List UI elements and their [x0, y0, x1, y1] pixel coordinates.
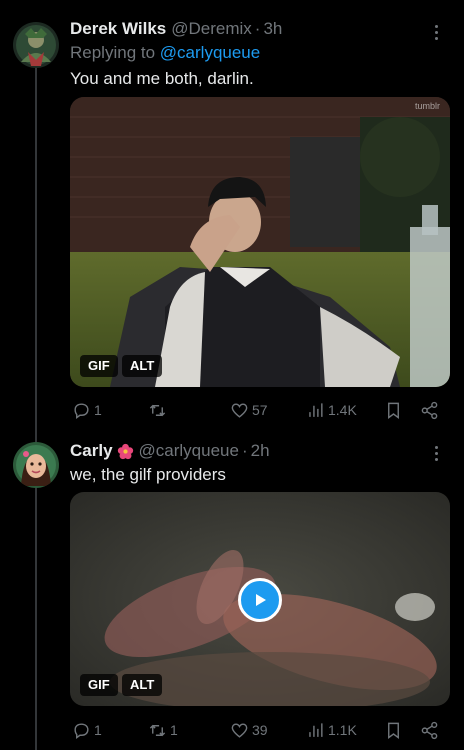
replying-prefix: Replying to [70, 43, 156, 62]
bookmark-button[interactable] [384, 398, 403, 422]
replying-to: Replying to @carlyqueue [70, 43, 260, 63]
retweet-icon [149, 404, 166, 416]
retweet-button[interactable]: 1 [148, 718, 178, 742]
share-button[interactable] [420, 718, 439, 742]
views-icon [309, 722, 323, 737]
retweet-count: 1 [170, 722, 178, 738]
reply-icon [74, 722, 89, 739]
hibiscus-icon [117, 443, 134, 460]
reply-button[interactable]: 1 [72, 398, 102, 422]
bookmark-icon [388, 402, 399, 419]
gif-badge: GIF [80, 355, 118, 377]
views-icon [309, 402, 323, 417]
display-name[interactable]: Derek Wilks [70, 19, 166, 39]
tweet-header: Carly @carlyqueue · 2h [70, 441, 270, 461]
tweet-derek[interactable]: Derek Wilks @Deremix · 3h Replying to @c… [0, 0, 464, 430]
retweet-button[interactable] [148, 398, 170, 422]
display-name[interactable]: Carly [70, 441, 113, 461]
reply-count: 1 [94, 722, 102, 738]
tweet-media-gif[interactable]: GIF ALT [70, 492, 450, 706]
heart-icon [231, 722, 248, 738]
more-options-icon[interactable] [426, 443, 446, 463]
tweet-carly[interactable]: Carly @carlyqueue · 2h we, the gilf prov… [0, 430, 464, 750]
alt-badge[interactable]: ALT [122, 355, 163, 377]
views-button[interactable]: 1.4K [306, 398, 357, 422]
tweet-text: You and me both, darlin. [70, 69, 254, 88]
like-button[interactable]: 39 [230, 718, 268, 742]
more-options-icon[interactable] [426, 22, 446, 42]
avatar[interactable] [13, 442, 59, 488]
share-button[interactable] [420, 398, 439, 422]
reply-button[interactable]: 1 [72, 718, 102, 742]
tweet-header: Derek Wilks @Deremix · 3h [70, 19, 282, 39]
share-icon [421, 401, 438, 419]
retweet-icon [149, 724, 166, 736]
tweet-media-gif[interactable]: GIF ALT tumblr [70, 97, 450, 387]
heart-icon [231, 402, 248, 418]
views-count: 1.1K [328, 722, 357, 738]
replying-to-link[interactable]: @carlyqueue [160, 43, 260, 62]
tweet-actions: 1 1 39 1.1K [70, 718, 450, 742]
timestamp[interactable]: 2h [251, 441, 270, 461]
share-icon [421, 721, 438, 739]
views-count: 1.4K [328, 402, 357, 418]
like-count: 57 [252, 402, 268, 418]
reply-icon [74, 402, 89, 419]
handle[interactable]: @carlyqueue [139, 441, 239, 461]
like-button[interactable]: 57 [230, 398, 268, 422]
avatar[interactable] [13, 22, 59, 68]
views-button[interactable]: 1.1K [306, 718, 357, 742]
gif-badge: GIF [80, 674, 118, 696]
separator: · [254, 19, 261, 38]
tweet-actions: 1 57 1.4K [70, 398, 450, 422]
separator: · [241, 441, 248, 460]
alt-badge[interactable]: ALT [122, 674, 163, 696]
handle[interactable]: @Deremix [171, 19, 252, 39]
bookmark-button[interactable] [384, 718, 403, 742]
like-count: 39 [252, 722, 268, 738]
play-button[interactable] [238, 578, 282, 622]
reply-count: 1 [94, 402, 102, 418]
tweet-text: we, the gilf providers [70, 465, 226, 484]
play-icon [256, 594, 266, 606]
media-watermark: tumblr [414, 101, 440, 111]
timestamp[interactable]: 3h [263, 19, 282, 39]
bookmark-icon [388, 722, 399, 739]
